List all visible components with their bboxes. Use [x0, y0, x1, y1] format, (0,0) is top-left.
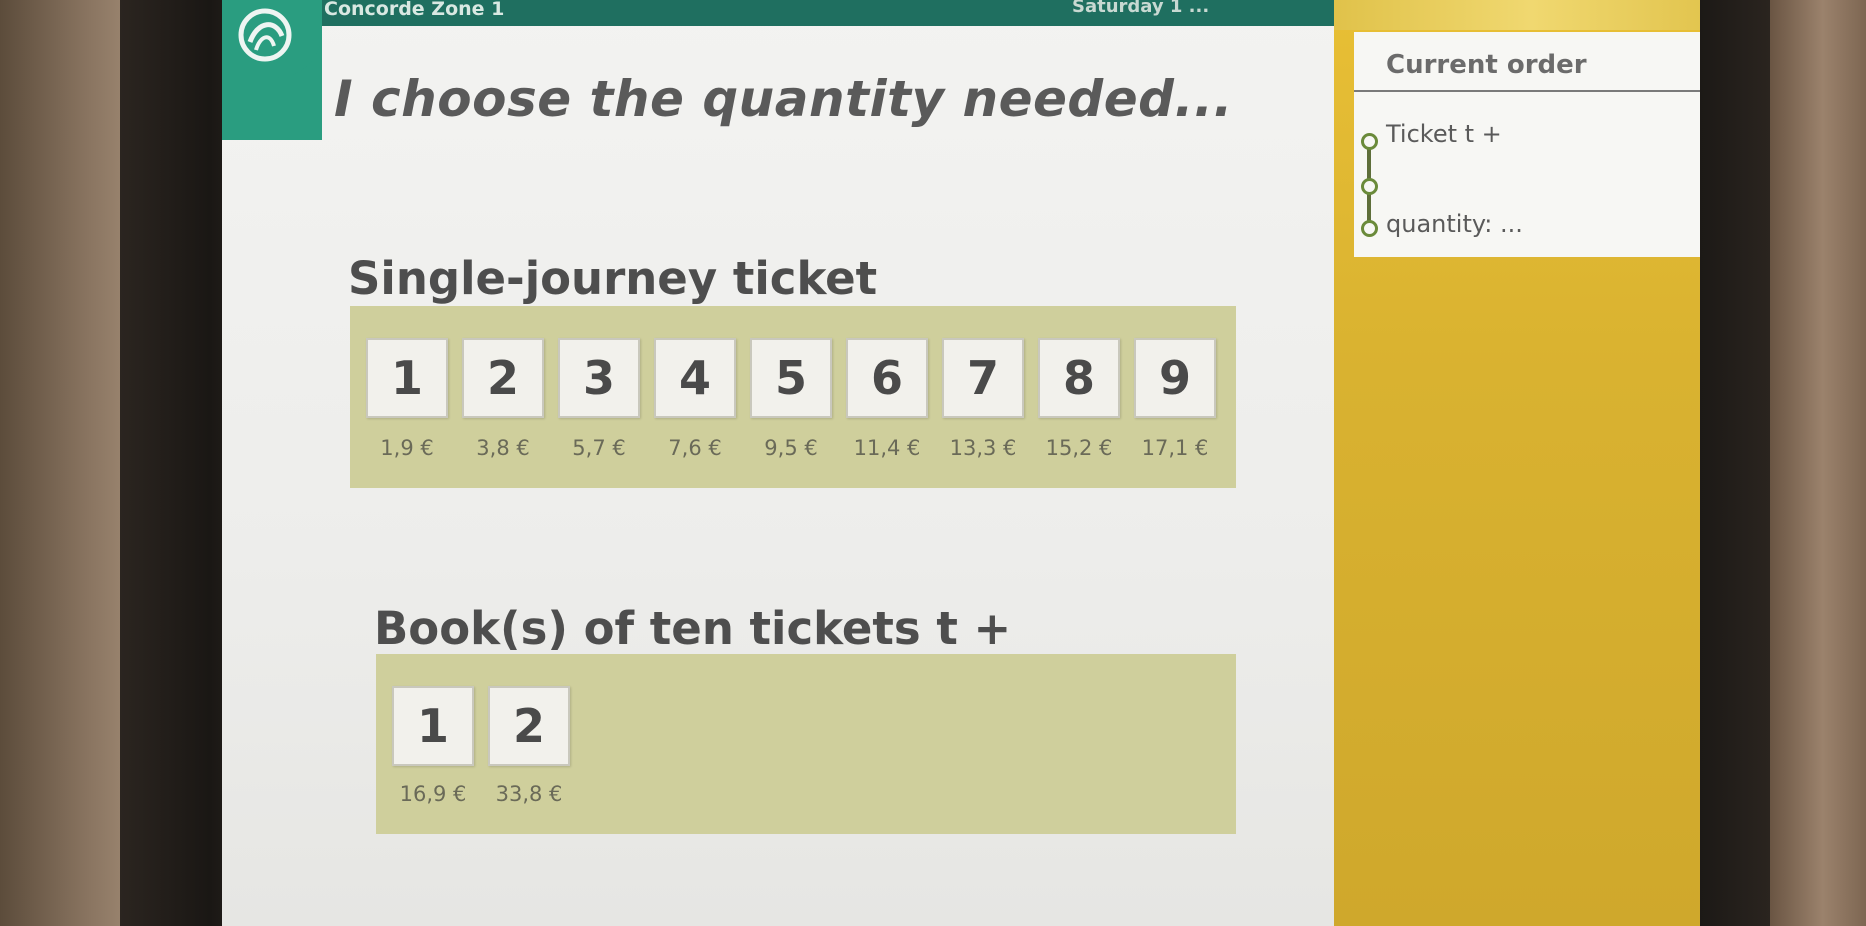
single-qty-button-9[interactable]: 9 — [1134, 338, 1216, 418]
sidebar-top-edge — [1334, 0, 1728, 30]
single-qty-button-2[interactable]: 2 — [462, 338, 544, 418]
single-qty-button-4[interactable]: 4 — [654, 338, 736, 418]
order-step-dot-3 — [1361, 220, 1378, 237]
single-ticket-title: Single-journey ticket — [348, 252, 878, 305]
book-qty-button-1[interactable]: 1 — [392, 686, 474, 766]
single-price-8: 15,2 € — [1045, 436, 1113, 460]
single-qty-button-6[interactable]: 6 — [846, 338, 928, 418]
order-divider — [1354, 90, 1724, 92]
book-price-2: 33,8 € — [495, 782, 563, 806]
single-price-7: 13,3 € — [949, 436, 1017, 460]
book-ticket-title: Book(s) of ten tickets t + — [374, 602, 1012, 655]
order-step-dot-1 — [1361, 133, 1378, 150]
book-qty-button-2[interactable]: 2 — [488, 686, 570, 766]
machine-frame-right — [1770, 0, 1866, 926]
book-price-1: 16,9 € — [399, 782, 467, 806]
ratp-logo-icon — [238, 8, 292, 62]
single-price-3: 5,7 € — [572, 436, 626, 460]
single-price-4: 7,6 € — [668, 436, 722, 460]
single-qty-button-5[interactable]: 5 — [750, 338, 832, 418]
date-label: Saturday 1 ... — [1072, 0, 1210, 17]
single-qty-button-3[interactable]: 3 — [558, 338, 640, 418]
order-item-quantity: quantity: ... — [1386, 210, 1523, 238]
current-order-title: Current order — [1386, 50, 1587, 80]
single-price-9: 17,1 € — [1141, 436, 1209, 460]
single-qty-button-1[interactable]: 1 — [366, 338, 448, 418]
single-qty-button-7[interactable]: 7 — [942, 338, 1024, 418]
single-price-6: 11,4 € — [853, 436, 921, 460]
page-heading: I choose the quantity needed... — [334, 70, 1233, 128]
top-bar: Concorde Zone 1 Saturday 1 ... — [222, 0, 1334, 26]
single-price-1: 1,9 € — [380, 436, 434, 460]
station-name: Concorde Zone 1 — [324, 0, 505, 20]
single-qty-button-8[interactable]: 8 — [1038, 338, 1120, 418]
single-price-5: 9,5 € — [764, 436, 818, 460]
single-price-2: 3,8 € — [476, 436, 530, 460]
order-step-dot-2 — [1361, 178, 1378, 195]
screen-bezel-right — [1700, 0, 1770, 926]
order-item-ticket: Ticket t + — [1386, 120, 1502, 148]
